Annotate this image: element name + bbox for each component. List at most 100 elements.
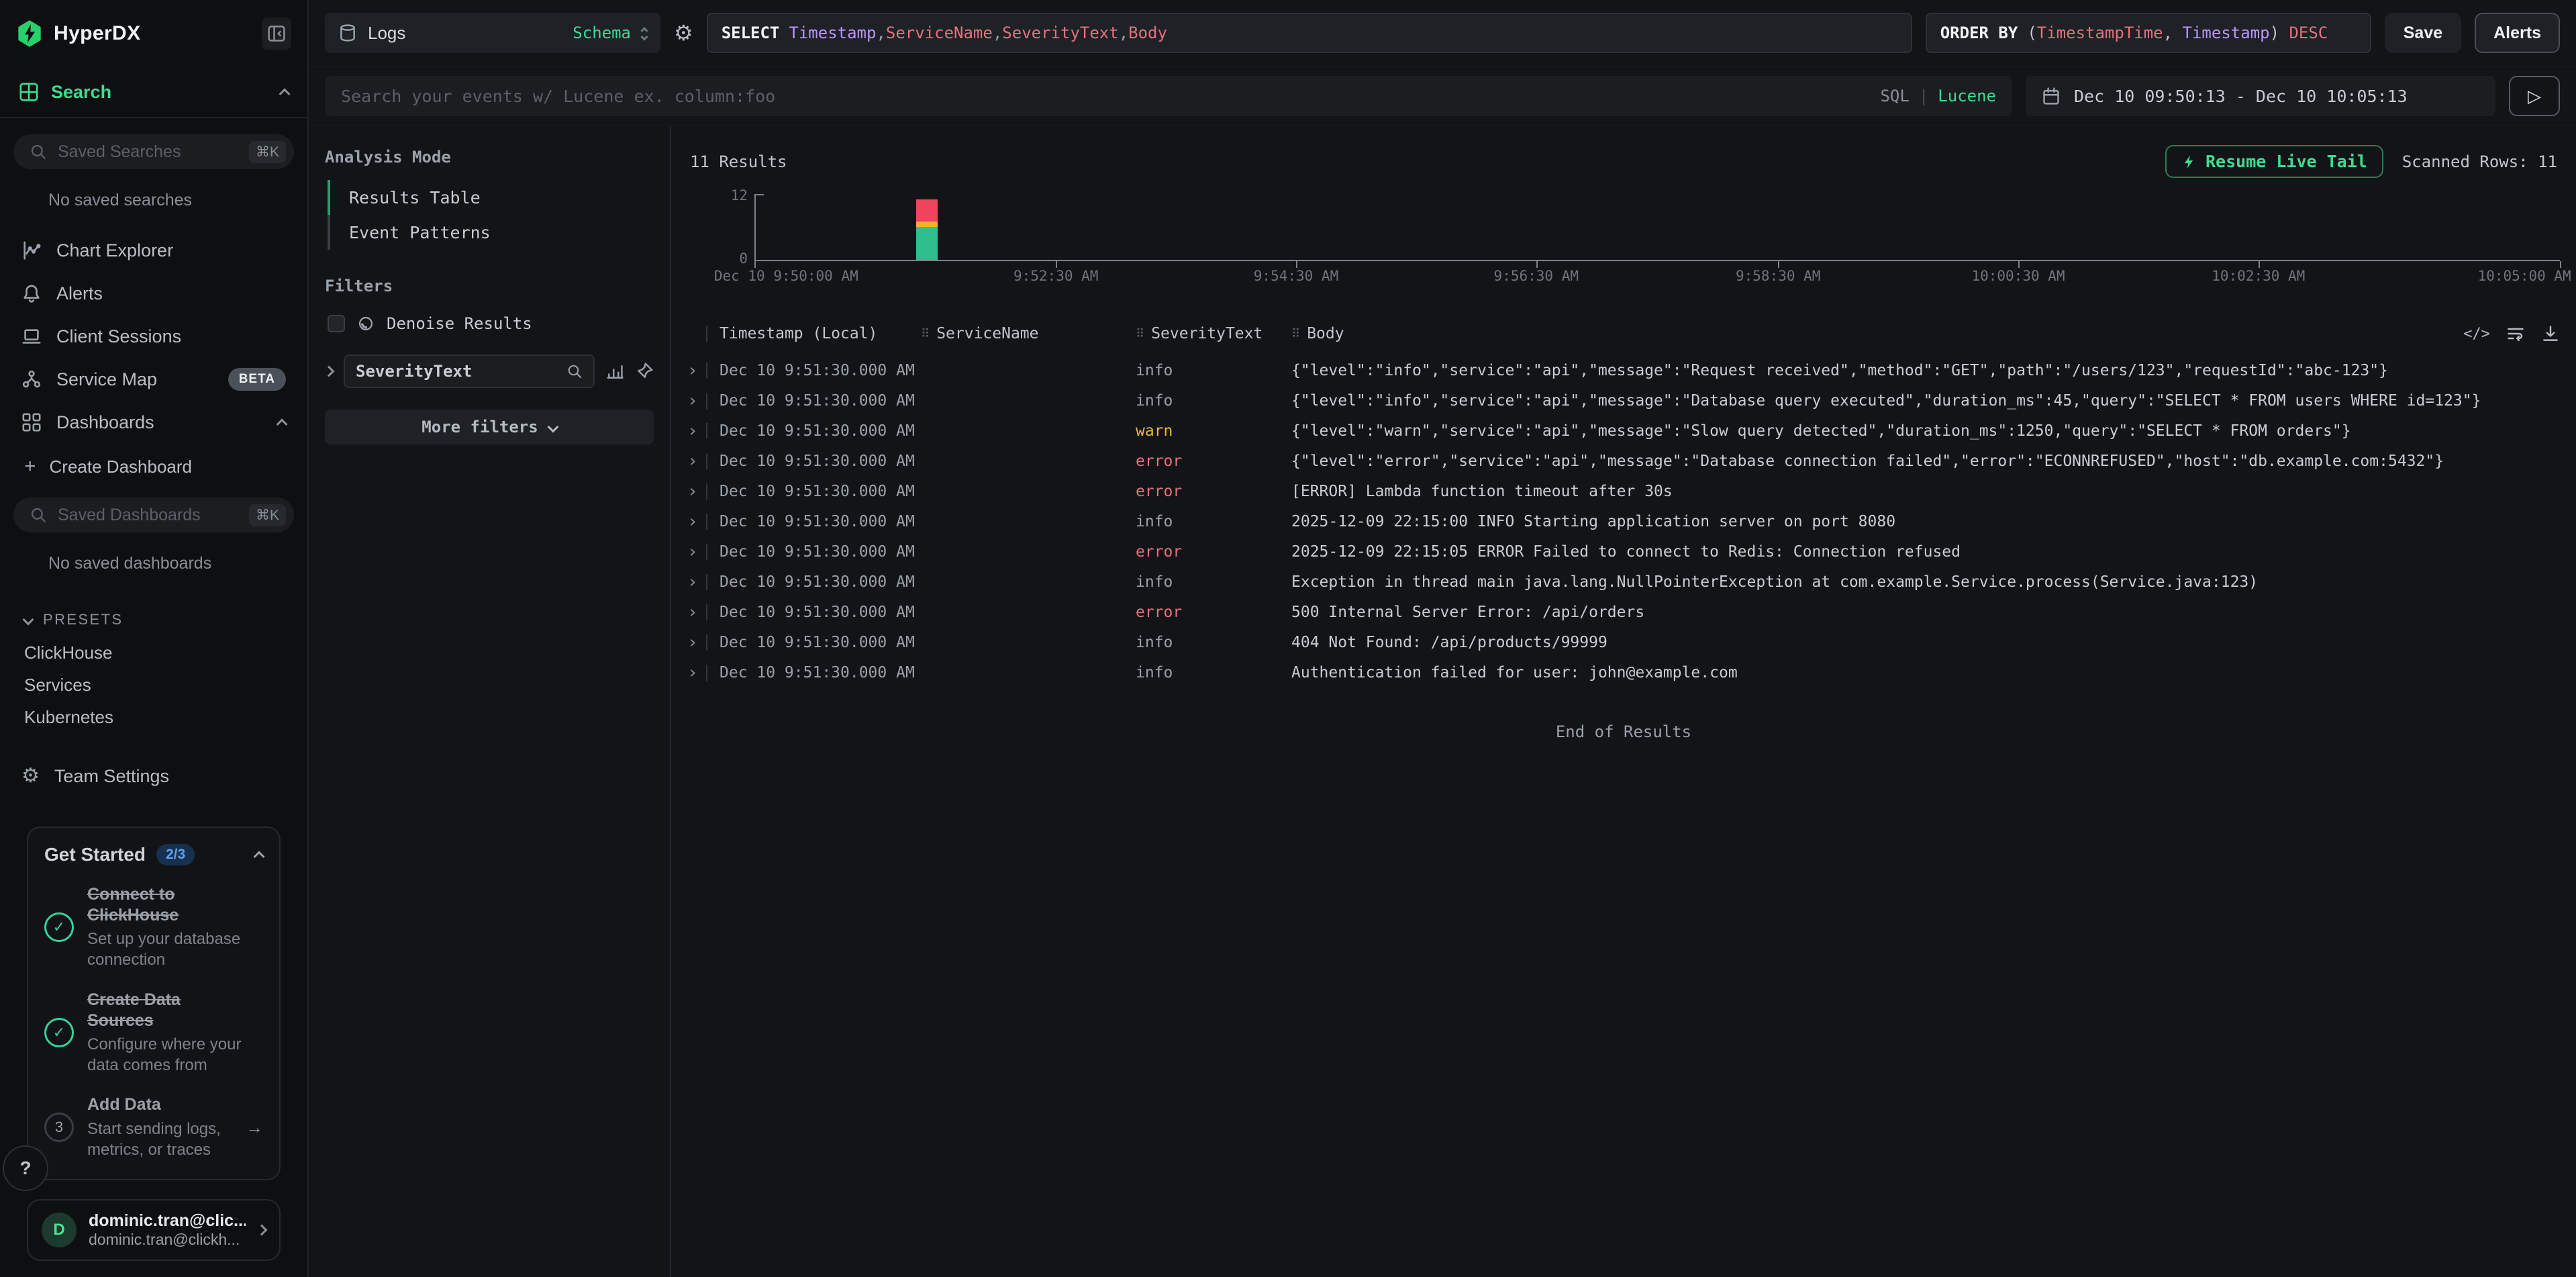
get-started-step[interactable]: 3 Add Data Start sending logs, metrics, … bbox=[44, 1094, 263, 1160]
sidebar-item-team-settings[interactable]: ⚙ Team Settings bbox=[13, 755, 294, 798]
pin-icon[interactable] bbox=[635, 362, 654, 381]
sidebar-item-search[interactable]: Search bbox=[0, 67, 307, 118]
results-histogram[interactable]: 12 0 Dec 10 9:50:00 AM9:52:30 AM9:54:30 … bbox=[690, 194, 2560, 285]
table-row[interactable]: › Dec 10 9:51:30.000 AM info {"level":"i… bbox=[671, 385, 2576, 416]
search-input[interactable] bbox=[341, 87, 1867, 106]
drag-handle-icon[interactable]: ⠿ bbox=[1136, 327, 1144, 341]
filter-chart-icon[interactable] bbox=[605, 362, 624, 381]
preset-item[interactable]: ClickHouse bbox=[13, 636, 294, 669]
table-row[interactable]: › Dec 10 9:51:30.000 AM info 2025-12-09 … bbox=[671, 506, 2576, 536]
saved-searches-input[interactable]: Saved Searches ⌘K bbox=[13, 134, 294, 169]
lightning-bolt-icon bbox=[2181, 153, 2196, 171]
brand-row: HyperDX bbox=[0, 0, 307, 67]
shortcut-badge: ⌘K bbox=[249, 141, 286, 163]
column-header-servicename[interactable]: ⠿ServiceName bbox=[921, 325, 1136, 342]
drag-handle-icon[interactable]: ⠿ bbox=[1291, 327, 1300, 341]
chevron-down-icon bbox=[23, 614, 34, 626]
resume-live-tail-button[interactable]: Resume Live Tail bbox=[2165, 145, 2383, 178]
analysis-mode-option[interactable]: Results Table bbox=[328, 180, 654, 215]
get-started-step[interactable]: ✓ Connect to ClickHouse Set up your data… bbox=[44, 884, 263, 971]
sidebar-item-dashboards[interactable]: Dashboards bbox=[13, 401, 294, 444]
help-button[interactable]: ? bbox=[3, 1145, 48, 1191]
user-profile-button[interactable]: D dominic.tran@clic... dominic.tran@clic… bbox=[27, 1199, 281, 1261]
cell-body: {"level":"info","service":"api","message… bbox=[1291, 362, 2560, 379]
chevron-up-icon bbox=[254, 851, 265, 862]
wrap-text-icon[interactable] bbox=[2506, 324, 2525, 343]
cell-severity: info bbox=[1136, 392, 1291, 410]
table-row[interactable]: › Dec 10 9:51:30.000 AM error 500 Intern… bbox=[671, 597, 2576, 627]
expand-row-icon[interactable]: › bbox=[687, 513, 706, 530]
sidebar: HyperDX Search Saved Searches ⌘K No save… bbox=[0, 0, 309, 1277]
results-area: 11 Results Resume Live Tail Scanned Rows… bbox=[671, 126, 2576, 1277]
create-dashboard-button[interactable]: + Create Dashboard bbox=[13, 446, 294, 487]
denoise-label: Denoise Results bbox=[387, 314, 532, 333]
severity-filter-box[interactable]: SeverityText bbox=[344, 354, 595, 388]
preset-item[interactable]: Services bbox=[13, 669, 294, 701]
select-clause-input[interactable]: SELECT Timestamp,ServiceName,SeverityTex… bbox=[707, 13, 1912, 53]
calendar-icon bbox=[2042, 87, 2061, 105]
expand-row-icon[interactable]: › bbox=[687, 362, 706, 379]
expand-row-icon[interactable]: › bbox=[687, 634, 706, 651]
code-view-icon[interactable]: </> bbox=[2463, 326, 2490, 342]
hyperdx-logo-icon bbox=[16, 20, 43, 47]
lucene-toggle[interactable]: Lucene bbox=[1938, 87, 1996, 105]
table-row[interactable]: › Dec 10 9:51:30.000 AM error {"level":"… bbox=[671, 446, 2576, 476]
avatar: D bbox=[42, 1213, 77, 1247]
expand-row-icon[interactable]: › bbox=[687, 604, 706, 621]
table-row[interactable]: › Dec 10 9:51:30.000 AM error 2025-12-09… bbox=[671, 536, 2576, 567]
download-icon[interactable] bbox=[2541, 324, 2560, 343]
expand-row-icon[interactable]: › bbox=[687, 453, 706, 470]
order-by-input[interactable]: ORDER BY (TimestampTime, Timestamp) DESC bbox=[1926, 13, 2371, 53]
table-row[interactable]: › Dec 10 9:51:30.000 AM info Exception i… bbox=[671, 567, 2576, 597]
cell-body: {"level":"info","service":"api","message… bbox=[1291, 392, 2560, 410]
expand-row-icon[interactable]: › bbox=[687, 483, 706, 500]
column-header-body[interactable]: ⠿Body bbox=[1291, 325, 2560, 342]
sidebar-item-chart-explorer[interactable]: Chart Explorer bbox=[13, 229, 294, 272]
cell-severity: info bbox=[1136, 634, 1291, 651]
more-filters-button[interactable]: More filters bbox=[325, 410, 654, 444]
collapse-sidebar-icon[interactable] bbox=[262, 17, 291, 50]
table-row[interactable]: › Dec 10 9:51:30.000 AM warn {"level":"w… bbox=[671, 416, 2576, 446]
presets-toggle[interactable]: PRESETS bbox=[13, 592, 294, 636]
get-started-step[interactable]: ✓ Create Data Sources Configure where yo… bbox=[44, 990, 263, 1076]
expand-row-icon[interactable]: › bbox=[687, 664, 706, 681]
sql-toggle[interactable]: SQL bbox=[1880, 87, 1909, 105]
sidebar-item-alerts[interactable]: Alerts bbox=[13, 272, 294, 315]
sidebar-item-service-map[interactable]: Service Map BETA bbox=[13, 358, 294, 401]
drag-handle-icon[interactable]: ⠿ bbox=[921, 327, 930, 341]
date-range-picker[interactable]: Dec 10 09:50:13 - Dec 10 10:05:13 bbox=[2026, 76, 2495, 116]
cell-severity: error bbox=[1136, 604, 1291, 621]
table-row[interactable]: › Dec 10 9:51:30.000 AM error [ERROR] La… bbox=[671, 476, 2576, 506]
chevron-right-icon[interactable] bbox=[324, 366, 335, 377]
create-dashboard-label: Create Dashboard bbox=[50, 457, 192, 477]
expand-row-icon[interactable]: › bbox=[687, 422, 706, 440]
table-row[interactable]: › Dec 10 9:51:30.000 AM info 404 Not Fou… bbox=[671, 627, 2576, 657]
expand-row-icon[interactable]: › bbox=[687, 543, 706, 561]
saved-dashboards-input[interactable]: Saved Dashboards ⌘K bbox=[13, 498, 294, 532]
table-row[interactable]: › Dec 10 9:51:30.000 AM info Authenticat… bbox=[671, 657, 2576, 688]
source-select[interactable]: Logs Schema bbox=[325, 13, 660, 53]
denoise-checkbox[interactable] bbox=[328, 315, 345, 332]
column-header-severitytext[interactable]: ⠿SeverityText bbox=[1136, 325, 1291, 342]
save-button[interactable]: Save bbox=[2385, 13, 2461, 53]
get-started-header[interactable]: Get Started 2/3 bbox=[44, 844, 263, 865]
preset-item[interactable]: Kubernetes bbox=[13, 701, 294, 733]
denoise-results-toggle[interactable]: Denoise Results bbox=[325, 309, 654, 336]
chevron-up-icon bbox=[277, 418, 288, 430]
run-query-button[interactable]: ▷ bbox=[2509, 76, 2560, 116]
table-row[interactable]: › Dec 10 9:51:30.000 AM info {"level":"i… bbox=[671, 355, 2576, 385]
chart-plot-bars bbox=[756, 194, 2560, 260]
expand-row-icon[interactable]: › bbox=[687, 392, 706, 410]
expand-row-icon[interactable]: › bbox=[687, 573, 706, 591]
column-header-timestamp[interactable]: Timestamp (Local) bbox=[720, 325, 921, 342]
alerts-button[interactable]: Alerts bbox=[2475, 13, 2560, 53]
schema-link[interactable]: Schema bbox=[573, 23, 631, 42]
analysis-mode-option[interactable]: Event Patterns bbox=[328, 215, 654, 250]
cell-timestamp: Dec 10 9:51:30.000 AM bbox=[720, 604, 921, 621]
team-settings-label: Team Settings bbox=[54, 766, 169, 787]
cell-timestamp: Dec 10 9:51:30.000 AM bbox=[720, 453, 921, 470]
sidebar-item-client-sessions[interactable]: Client Sessions bbox=[13, 315, 294, 358]
source-settings-gear-icon[interactable]: ⚙ bbox=[674, 20, 693, 46]
sidebar-item-label: Dashboards bbox=[56, 412, 154, 433]
cell-timestamp: Dec 10 9:51:30.000 AM bbox=[720, 664, 921, 681]
